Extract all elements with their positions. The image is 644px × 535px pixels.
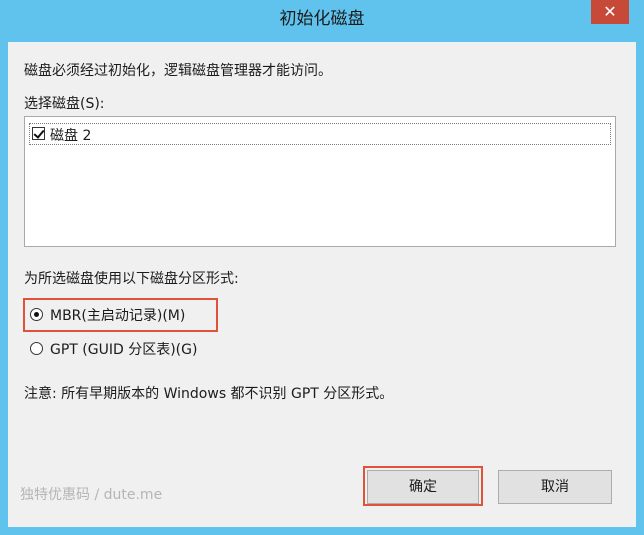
disk-2-label: 磁盘 2 [50, 128, 92, 144]
description-text: 磁盘必须经过初始化，逻辑磁盘管理器才能访问。 [24, 63, 332, 79]
watermark-text: 独特优惠码 / dute.me [20, 487, 163, 503]
mbr-option-label[interactable]: MBR(主启动记录)(M) [50, 305, 185, 325]
close-icon: ✕ [603, 2, 617, 21]
gpt-option-label[interactable]: GPT (GUID 分区表)(G) [50, 339, 197, 359]
cancel-button[interactable]: 取消 [498, 470, 612, 504]
disk-2-checkbox[interactable] [32, 127, 45, 140]
dialog-body: 磁盘必须经过初始化，逻辑磁盘管理器才能访问。 选择磁盘(S): 磁盘 2 为所选… [8, 42, 636, 527]
list-item-disk-2[interactable]: 磁盘 2 [29, 123, 611, 145]
dialog-title: 初始化磁盘 [279, 9, 365, 29]
checkmark-icon [33, 127, 45, 139]
compatibility-note: 注意: 所有早期版本的 Windows 都不识别 GPT 分区形式。 [24, 386, 394, 402]
mbr-radio[interactable] [30, 308, 43, 321]
disk-listbox[interactable]: 磁盘 2 [24, 116, 616, 247]
title-bar[interactable]: 初始化磁盘 ✕ [0, 0, 644, 42]
select-disk-label: 选择磁盘(S): [24, 96, 105, 112]
close-button[interactable]: ✕ [591, 0, 629, 24]
gpt-radio[interactable] [30, 342, 43, 355]
ok-button[interactable]: 确定 [367, 470, 479, 504]
initialize-disk-dialog: 初始化磁盘 ✕ 磁盘必须经过初始化，逻辑磁盘管理器才能访问。 选择磁盘(S): … [0, 0, 644, 535]
partition-style-label: 为所选磁盘使用以下磁盘分区形式: [24, 271, 239, 287]
